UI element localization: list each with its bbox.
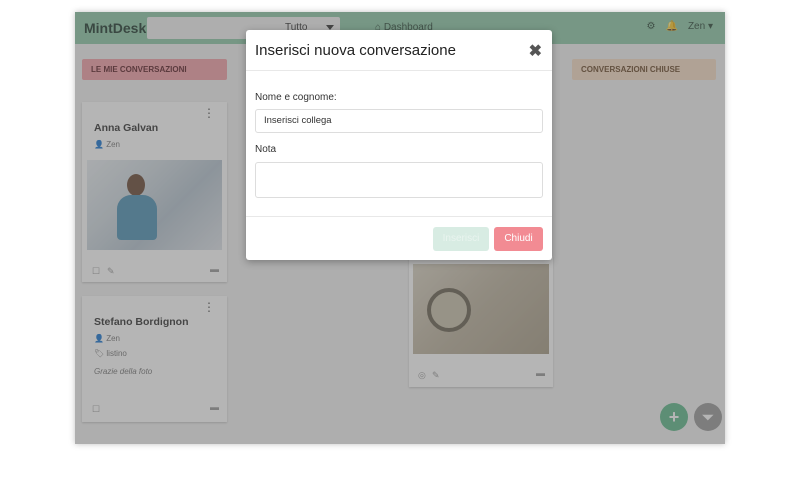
new-conversation-modal: Inserisci nuova conversazione ✖ Nome e c… [246, 30, 552, 260]
modal-header-divider [246, 70, 552, 71]
modal-title: Inserisci nuova conversazione [255, 42, 456, 59]
name-field[interactable]: Inserisci collega [255, 109, 543, 133]
name-field-value: Inserisci collega [264, 115, 332, 126]
close-button[interactable]: Chiudi [494, 227, 543, 251]
close-icon[interactable]: ✖ [529, 41, 542, 61]
note-field[interactable] [255, 162, 543, 198]
modal-footer-divider [246, 216, 552, 217]
note-label: Nota [255, 144, 277, 155]
save-button[interactable]: Inserisci [433, 227, 489, 251]
name-label: Nome e cognome: [255, 92, 337, 103]
